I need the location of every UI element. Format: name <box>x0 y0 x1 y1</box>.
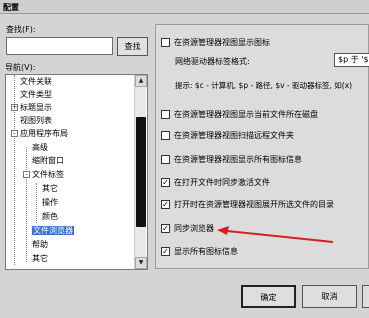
nav-label: 导航(V): <box>5 63 36 72</box>
extra-button[interactable] <box>362 285 369 308</box>
tree-item[interactable]: 帮助 <box>32 239 48 251</box>
tree-item[interactable]: 颜色 <box>42 211 58 223</box>
tree-item[interactable]: 缩附窗口 <box>32 155 64 167</box>
nav-tree: 文件关联 文件类型 + 标题显示 视图列表 - 应用程序布局 高级 缩附窗口 - 文件… <box>5 74 148 270</box>
collapse-icon[interactable]: - <box>11 130 18 137</box>
tree-scrollbar[interactable]: ▲ ▼ <box>134 75 147 269</box>
tree-guide-line <box>26 147 27 262</box>
tree-item[interactable]: 视图列表 <box>20 115 52 127</box>
format-hint: 提示: $c - 计算机, $p - 路径, $v - 驱动器标签, 如(x) <box>175 81 353 90</box>
checkbox[interactable] <box>161 38 170 47</box>
tree-item[interactable]: + 标题显示 <box>11 102 52 114</box>
format-input[interactable]: $p 于 '$c <box>334 53 369 67</box>
config-dialog: 配置 查找(F): 查找 导航(V): 文件关联 文件类型 + 标题显示 视图列表… <box>0 0 369 318</box>
checkbox[interactable] <box>161 155 170 164</box>
find-button[interactable]: 查找 <box>117 37 148 56</box>
tree-item[interactable]: - 应用程序布局 <box>11 128 68 140</box>
checkbox[interactable] <box>161 110 170 119</box>
checkbox[interactable] <box>161 131 170 140</box>
scroll-thumb[interactable] <box>136 117 146 227</box>
tree-item[interactable]: 文件类型 <box>20 89 52 101</box>
tree-guide-line <box>36 183 37 223</box>
checkbox-checked[interactable]: ✓ <box>161 200 170 209</box>
tree-item[interactable]: 高级 <box>32 142 48 154</box>
tree-item[interactable]: 其它 <box>42 183 58 195</box>
tree-item-selected[interactable]: 文件浏览器 <box>32 225 74 237</box>
checkbox-checked[interactable]: ✓ <box>161 178 170 187</box>
search-input[interactable] <box>6 37 113 55</box>
scroll-up-icon[interactable]: ▲ <box>135 75 147 87</box>
tree-item[interactable]: - 文件标签 <box>23 169 64 181</box>
ok-button[interactable]: 确定 <box>241 285 296 308</box>
expand-icon[interactable]: + <box>11 104 18 111</box>
tree-item[interactable]: 操作 <box>42 197 58 209</box>
tree-item[interactable]: 其它 <box>32 253 48 265</box>
window-title: 配置 <box>3 3 19 12</box>
checkbox-checked[interactable]: ✓ <box>161 247 170 256</box>
scroll-down-icon[interactable]: ▼ <box>135 257 147 269</box>
checkbox-checked[interactable]: ✓ <box>161 224 170 233</box>
cancel-button[interactable]: 取消 <box>302 285 357 308</box>
collapse-icon[interactable]: - <box>23 171 30 178</box>
search-label: 查找(F): <box>6 25 36 34</box>
title-bar: 配置 <box>0 0 369 14</box>
tree-item[interactable]: 文件关联 <box>20 76 52 88</box>
annotation-arrow-icon <box>217 226 334 243</box>
format-label: 网络驱动器标签格式: <box>175 57 250 66</box>
